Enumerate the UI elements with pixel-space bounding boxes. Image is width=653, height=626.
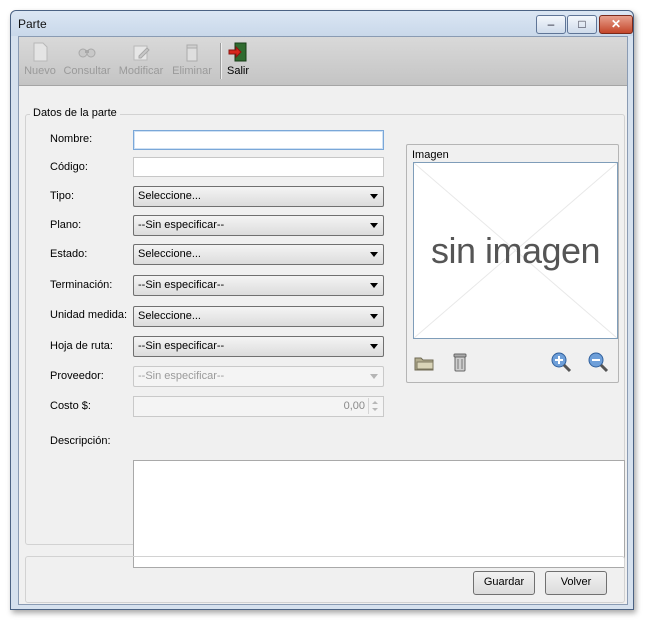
window-title: Parte bbox=[18, 17, 47, 31]
nombre-input[interactable] bbox=[133, 130, 384, 150]
unidad-value: Seleccione... bbox=[138, 310, 201, 322]
estado-label: Estado: bbox=[50, 248, 88, 260]
minimize-button[interactable]: – bbox=[536, 15, 566, 34]
minimize-icon: – bbox=[547, 17, 555, 31]
window: Parte – □ ✕ Nuevo Consultar Modificar El… bbox=[10, 10, 634, 610]
unidad-label: Unidad medida: bbox=[50, 309, 128, 321]
modificar-button[interactable]: Modificar bbox=[117, 41, 165, 77]
close-button[interactable]: ✕ bbox=[599, 15, 633, 34]
proveedor-label: Proveedor: bbox=[50, 370, 104, 382]
volver-button[interactable]: Volver bbox=[545, 571, 607, 595]
close-icon: ✕ bbox=[610, 17, 622, 31]
chevron-down-icon bbox=[370, 314, 378, 319]
group-title: Datos de la parte bbox=[30, 107, 120, 119]
salir-label: Salir bbox=[226, 65, 249, 77]
tipo-select[interactable]: Seleccione... bbox=[133, 186, 384, 207]
exit-door-icon bbox=[228, 42, 247, 62]
costo-value: 0,00 bbox=[343, 400, 365, 412]
imagen-panel: Imagen sin imagen bbox=[406, 144, 619, 383]
plano-select[interactable]: --Sin especificar-- bbox=[133, 215, 384, 236]
maximize-icon: □ bbox=[578, 17, 586, 31]
zoom-in-icon[interactable] bbox=[550, 351, 572, 373]
nuevo-label: Nuevo bbox=[24, 65, 56, 77]
terminacion-label: Terminación: bbox=[50, 279, 113, 291]
chevron-down-icon bbox=[370, 223, 378, 228]
datos-parte-group: Datos de la parte Nombre: Código: Tipo: … bbox=[25, 107, 625, 568]
hoja-ruta-value: --Sin especificar-- bbox=[138, 340, 225, 352]
maximize-button[interactable]: □ bbox=[567, 15, 597, 34]
nombre-label: Nombre: bbox=[50, 133, 93, 145]
estado-select[interactable]: Seleccione... bbox=[133, 244, 384, 265]
hoja-ruta-select[interactable]: --Sin especificar-- bbox=[133, 336, 384, 357]
sin-imagen-text: sin imagen bbox=[430, 230, 601, 271]
plano-value: --Sin especificar-- bbox=[138, 219, 225, 231]
open-folder-icon[interactable] bbox=[413, 351, 435, 373]
toolbar-separator bbox=[220, 43, 222, 79]
chevron-down-icon bbox=[370, 374, 378, 379]
imagen-title: Imagen bbox=[412, 149, 449, 161]
image-preview: sin imagen bbox=[413, 162, 618, 339]
terminacion-select[interactable]: --Sin especificar-- bbox=[133, 275, 384, 296]
spin-up-icon[interactable] bbox=[372, 401, 378, 404]
trash-icon bbox=[186, 44, 198, 62]
toolbar: Nuevo Consultar Modificar Eliminar Salir bbox=[19, 37, 627, 86]
estado-value: Seleccione... bbox=[138, 248, 201, 260]
chevron-down-icon bbox=[370, 283, 378, 288]
tipo-value: Seleccione... bbox=[138, 190, 201, 202]
eliminar-label: Eliminar bbox=[172, 65, 212, 77]
salir-button[interactable]: Salir bbox=[224, 41, 252, 77]
client-area: Nuevo Consultar Modificar Eliminar Salir… bbox=[18, 36, 628, 605]
chevron-down-icon bbox=[370, 344, 378, 349]
nuevo-button[interactable]: Nuevo bbox=[23, 41, 57, 77]
costo-spinbox[interactable]: 0,00 bbox=[133, 396, 384, 417]
guardar-button[interactable]: Guardar bbox=[473, 571, 535, 595]
costo-label: Costo $: bbox=[50, 400, 91, 412]
title-bar[interactable]: Parte – □ ✕ bbox=[11, 11, 633, 36]
new-document-icon bbox=[33, 42, 48, 62]
consultar-label: Consultar bbox=[63, 65, 111, 77]
proveedor-value: --Sin especificar-- bbox=[138, 370, 225, 382]
terminacion-value: --Sin especificar-- bbox=[138, 279, 225, 291]
binoculars-icon bbox=[78, 48, 96, 58]
proveedor-select[interactable]: --Sin especificar-- bbox=[133, 366, 384, 387]
zoom-out-icon[interactable] bbox=[587, 351, 609, 373]
hoja-ruta-label: Hoja de ruta: bbox=[50, 340, 113, 352]
descripcion-label: Descripción: bbox=[50, 435, 111, 447]
plano-label: Plano: bbox=[50, 219, 82, 231]
eliminar-button[interactable]: Eliminar bbox=[171, 41, 213, 77]
codigo-label: Código: bbox=[50, 161, 88, 173]
spin-buttons[interactable] bbox=[368, 398, 382, 414]
button-bar: Guardar Volver bbox=[25, 556, 625, 603]
chevron-down-icon bbox=[370, 194, 378, 199]
descripcion-textarea[interactable] bbox=[133, 460, 625, 568]
chevron-down-icon bbox=[370, 252, 378, 257]
consultar-button[interactable]: Consultar bbox=[62, 41, 112, 77]
delete-image-icon[interactable] bbox=[449, 351, 471, 373]
tipo-label: Tipo: bbox=[50, 190, 75, 202]
edit-icon bbox=[133, 45, 150, 61]
codigo-input[interactable] bbox=[133, 157, 384, 177]
spin-down-icon[interactable] bbox=[372, 408, 378, 411]
unidad-select[interactable]: Seleccione... bbox=[133, 306, 384, 327]
modificar-label: Modificar bbox=[118, 65, 164, 77]
